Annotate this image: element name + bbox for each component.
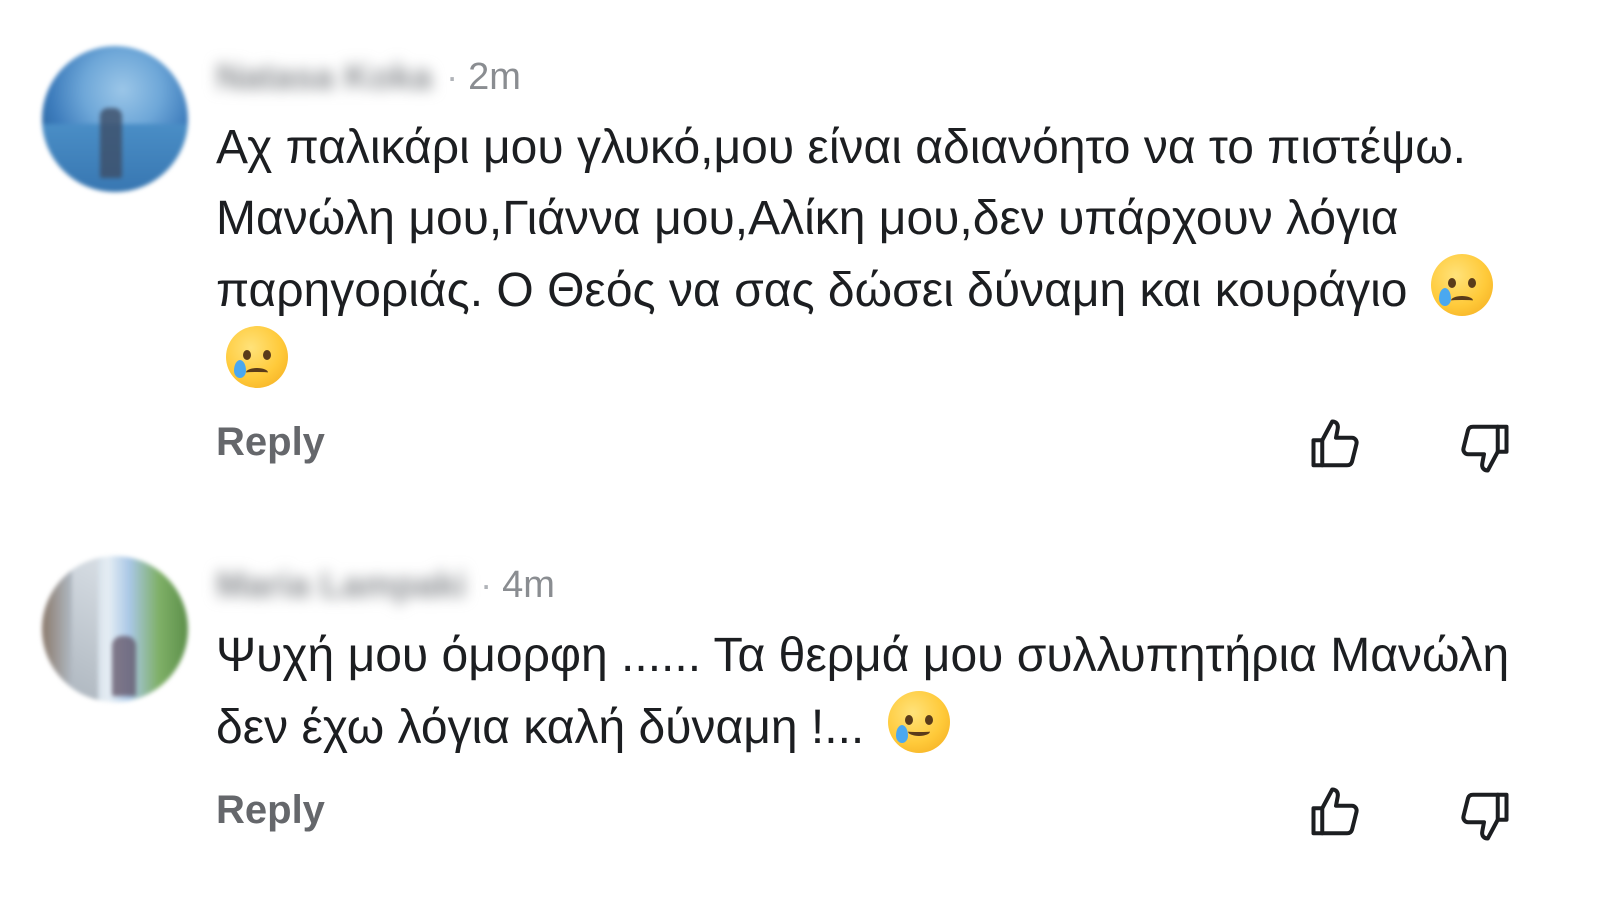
- reply-button[interactable]: Reply: [216, 788, 325, 833]
- comment-header: Maria Lampaki · 4m: [216, 560, 555, 610]
- comment-text: Ψυχή μου όμορφη ...... Τα θερμά μου συλλ…: [216, 620, 1516, 763]
- thumbs-up-icon[interactable]: [1306, 414, 1366, 474]
- comment-timestamp[interactable]: 4m: [502, 564, 555, 607]
- comment-header: Natasa Koka · 2m: [216, 52, 521, 102]
- thumbs-up-icon[interactable]: [1306, 782, 1366, 842]
- crying-face-emoji: [1430, 254, 1493, 316]
- avatar[interactable]: [42, 556, 188, 702]
- comment-text: Αχ παλικάρι μου γλυκό,μου είναι αδιανόητ…: [216, 112, 1516, 398]
- author-name[interactable]: Maria Lampaki: [216, 564, 466, 606]
- author-name[interactable]: Natasa Koka: [216, 56, 432, 98]
- comment-body: Ψυχή μου όμορφη ...... Τα θερμά μου συλλ…: [216, 629, 1510, 754]
- meta-separator: ·: [446, 56, 459, 97]
- reply-button[interactable]: Reply: [216, 420, 325, 465]
- smiling-face-with-tear-emoji: [887, 691, 950, 753]
- thumbs-down-icon[interactable]: [1454, 418, 1514, 478]
- avatar[interactable]: [42, 46, 188, 192]
- thumbs-down-icon[interactable]: [1454, 786, 1514, 846]
- comments-thread: Natasa Koka · 2m Αχ παλικάρι μου γλυκό,μ…: [0, 0, 1600, 900]
- comment-timestamp[interactable]: 2m: [468, 56, 521, 99]
- crying-face-emoji: [226, 326, 288, 388]
- comment-body: Αχ παλικάρι μου γλυκό,μου είναι αδιανόητ…: [216, 121, 1467, 317]
- meta-separator: ·: [480, 564, 493, 605]
